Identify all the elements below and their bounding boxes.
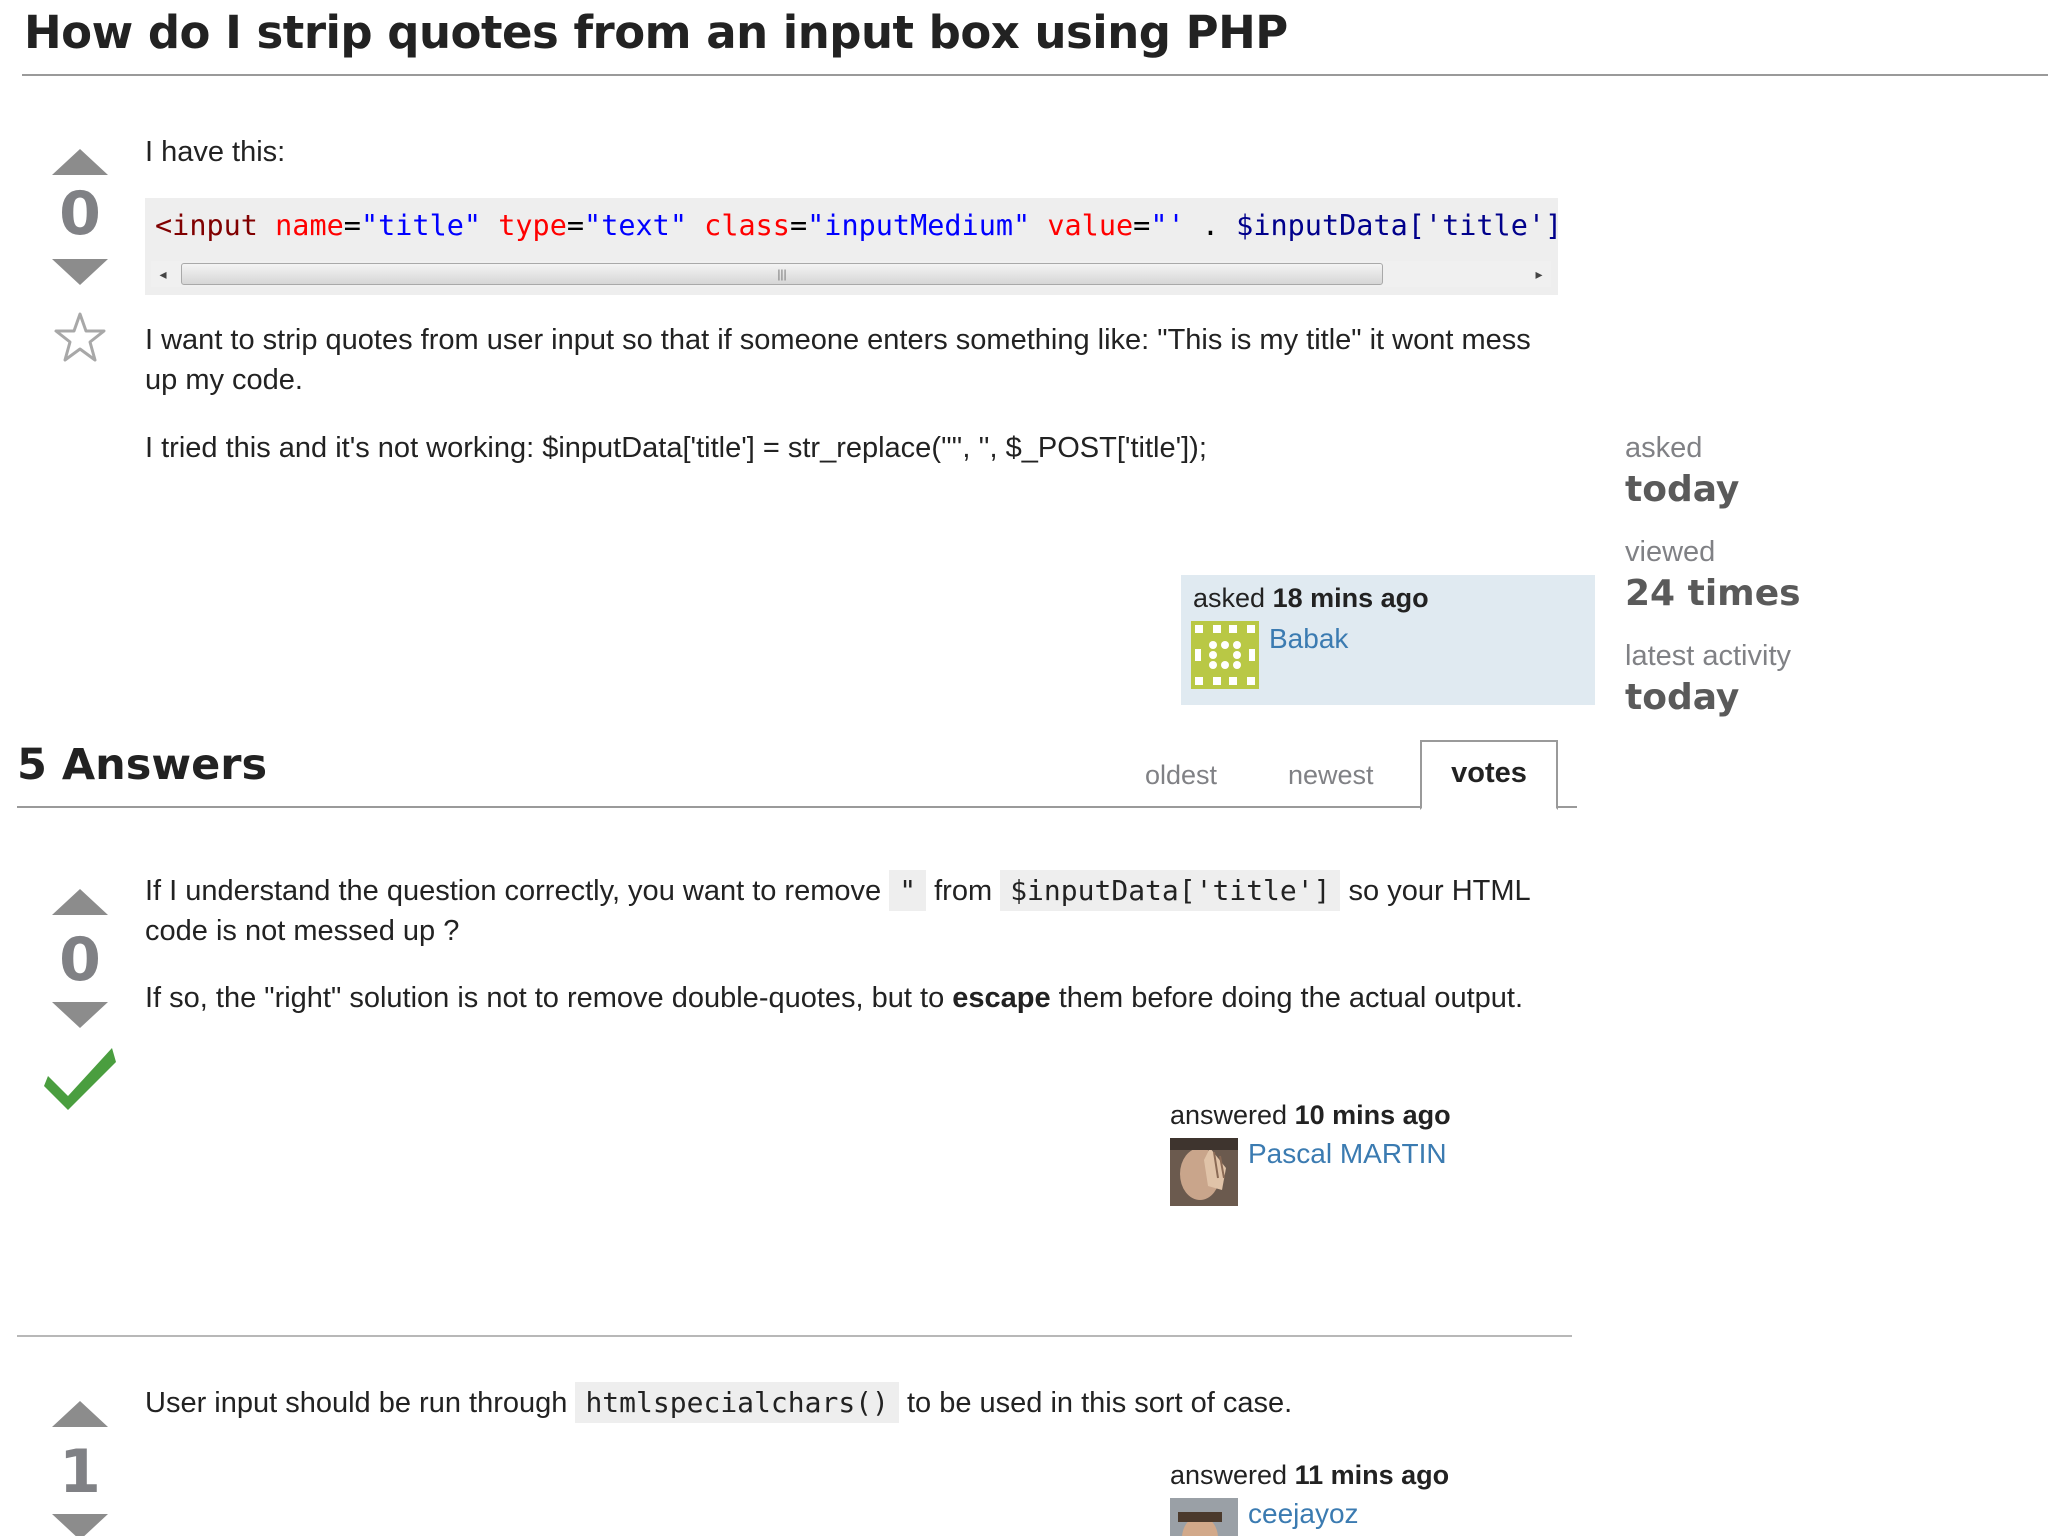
downvote-arrow-icon[interactable] xyxy=(40,1510,120,1536)
answer-1-author-link[interactable]: Pascal MARTIN xyxy=(1248,1138,1447,1170)
code-val-type: "text" xyxy=(584,209,687,242)
answer-2-author-card: answered 11 mins ago ceejayoz xyxy=(1170,1458,1570,1536)
answer-1-author-card: answered 10 mins ago Pascal MARTIN xyxy=(1170,1098,1570,1228)
answer-1-paragraph-2: If so, the "right" solution is not to re… xyxy=(145,978,1545,1018)
code-val-name: "title" xyxy=(360,209,482,242)
question-intro-text: I have this: xyxy=(145,136,286,168)
question-vote-column: 0 xyxy=(40,140,120,380)
title-divider xyxy=(22,74,2048,76)
scroll-right-icon[interactable]: ▸ xyxy=(1527,261,1551,287)
tab-votes[interactable]: votes xyxy=(1420,740,1558,810)
question-intro: I have this: xyxy=(145,132,1565,172)
tab-newest[interactable]: newest xyxy=(1288,760,1374,791)
answer-1-code-quote: " xyxy=(889,870,927,911)
answers-count-title: 5 Answers xyxy=(17,740,268,790)
code-var: $inputData['title'] xyxy=(1236,209,1558,242)
code-horizontal-scrollbar[interactable]: ◂ ||| ▸ xyxy=(151,261,1551,287)
question-author-link[interactable]: Babak xyxy=(1269,623,1348,655)
asked-prefix: asked xyxy=(1193,583,1266,613)
favorite-star-icon[interactable] xyxy=(52,310,108,366)
stat-viewed-value: 24 times xyxy=(1625,573,1801,614)
code-line: <input name="title" type="text" class="i… xyxy=(155,206,1558,246)
answer-1-paragraph-1: If I understand the question correctly, … xyxy=(145,870,1545,951)
answer-1-text-e: them before doing the actual output. xyxy=(1058,982,1524,1014)
question-owner-card: asked 18 mins ago Babak xyxy=(1181,575,1595,705)
scroll-thumb[interactable]: ||| xyxy=(181,263,1383,285)
asked-time: asked 18 mins ago xyxy=(1193,583,1429,614)
answered-time: answered 10 mins ago xyxy=(1170,1100,1451,1131)
code-attr-class: class xyxy=(704,209,790,242)
answers-header: 5 Answers xyxy=(17,740,267,790)
answered-relative-time: 10 mins ago xyxy=(1294,1100,1451,1130)
question-vote-count: 0 xyxy=(59,179,101,249)
upvote-arrow-icon[interactable] xyxy=(40,1397,120,1429)
question-paragraph-2: I tried this and it's not working: $inpu… xyxy=(145,428,1565,468)
stat-viewed-label: viewed xyxy=(1625,536,1716,568)
code-tag: <input xyxy=(155,209,258,242)
avatar[interactable] xyxy=(1191,621,1259,689)
scroll-left-icon[interactable]: ◂ xyxy=(151,261,175,287)
avatar[interactable] xyxy=(1170,1498,1238,1536)
answers-divider xyxy=(17,806,1577,808)
answer-2-text-a: User input should be run through xyxy=(145,1387,568,1419)
answer-2-vote-column: 1 xyxy=(40,1392,120,1536)
avatar[interactable] xyxy=(1170,1138,1238,1206)
code-attr-value: value xyxy=(1047,209,1134,242)
code-attr-name: name xyxy=(275,209,344,242)
tab-oldest[interactable]: oldest xyxy=(1145,760,1217,791)
code-val-class: "inputMedium" xyxy=(807,209,1031,242)
answer-1-text-b: from xyxy=(934,875,993,907)
answered-time: answered 11 mins ago xyxy=(1170,1460,1449,1491)
page: How do I strip quotes from an input box … xyxy=(0,0,2048,1536)
stat-asked-value: today xyxy=(1625,469,1740,510)
answer-1-code-var: $inputData['title'] xyxy=(1000,870,1341,911)
answer-2-vote-count: 1 xyxy=(59,1437,101,1507)
answered-prefix: answered xyxy=(1170,1100,1288,1130)
answer-1-bold-escape: escape xyxy=(952,982,1051,1014)
answer-1-vote-count: 0 xyxy=(59,925,101,995)
downvote-arrow-icon[interactable] xyxy=(40,255,120,287)
upvote-arrow-icon[interactable] xyxy=(40,145,120,177)
answered-prefix: answered xyxy=(1170,1460,1288,1490)
question-title[interactable]: How do I strip quotes from an input box … xyxy=(24,6,1288,59)
answer-2-text-b: to be used in this sort of case. xyxy=(906,1387,1293,1419)
answer-2-code-fn: htmlspecialchars() xyxy=(575,1382,899,1423)
upvote-arrow-icon[interactable] xyxy=(40,885,120,917)
stat-activity-value[interactable]: today xyxy=(1625,676,1985,720)
answer-2-paragraph-1: User input should be run through htmlspe… xyxy=(145,1382,1545,1423)
asked-relative-time: 18 mins ago xyxy=(1272,583,1429,613)
code-val-value: "' xyxy=(1150,209,1185,242)
answer-2-author-link[interactable]: ceejayoz xyxy=(1248,1498,1359,1530)
downvote-arrow-icon[interactable] xyxy=(40,998,120,1030)
accepted-checkmark-icon xyxy=(40,1040,120,1110)
answer-1-text-d: If so, the "right" solution is not to re… xyxy=(145,982,945,1014)
answer-1-vote-column: 0 xyxy=(40,880,120,1120)
answer-separator xyxy=(17,1335,1572,1337)
answer-1-text-a: If I understand the question correctly, … xyxy=(145,875,882,907)
question-stats: asked today viewed 24 times latest activ… xyxy=(1625,430,1985,742)
answered-relative-time: 11 mins ago xyxy=(1294,1460,1450,1490)
stat-asked-label: asked xyxy=(1625,432,1703,464)
code-attr-type: type xyxy=(498,209,567,242)
question-paragraph-1-text: I want to strip quotes from user input s… xyxy=(145,324,1531,396)
question-code-block: <input name="title" type="text" class="i… xyxy=(145,198,1558,295)
question-paragraph-2-text: I tried this and it's not working: $inpu… xyxy=(145,432,1207,464)
question-paragraph-1: I want to strip quotes from user input s… xyxy=(145,320,1555,400)
stat-activity-label: latest activity xyxy=(1625,640,1791,672)
code-concat: . xyxy=(1201,209,1219,242)
